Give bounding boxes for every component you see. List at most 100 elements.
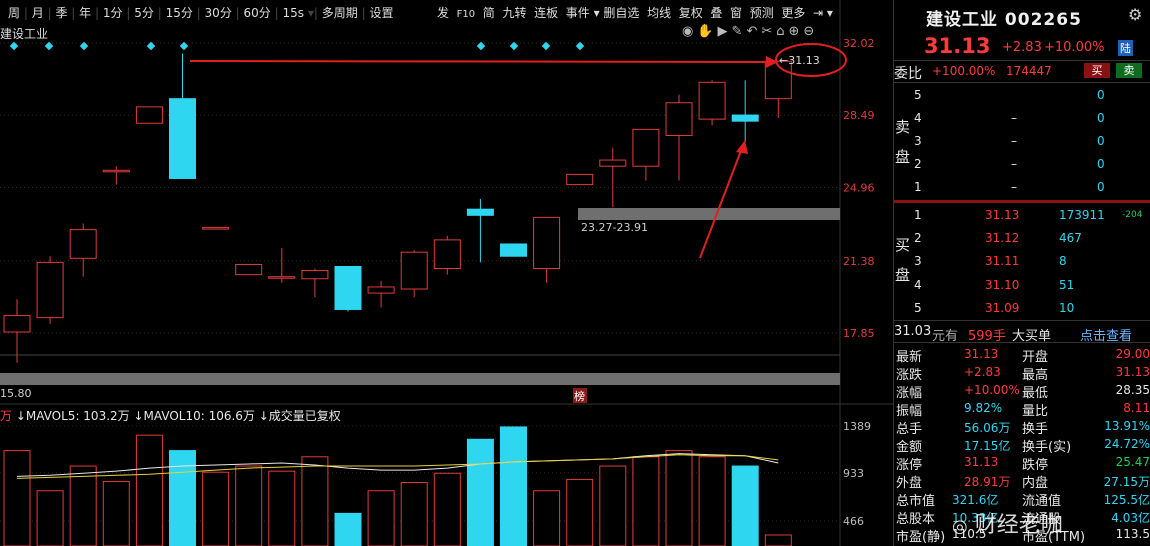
candle-body — [731, 114, 759, 122]
tool-jiuzhuan[interactable]: 九转 — [502, 6, 526, 20]
tool-f10[interactable]: F10 — [457, 9, 475, 20]
quote-value: +2.83 — [964, 365, 1001, 379]
legend-item: ↓MAVOL10: 106.6万 — [130, 409, 255, 423]
period-multi[interactable]: 多周期 — [322, 6, 358, 20]
scissors-icon[interactable]: ✂ — [761, 24, 776, 39]
period-15s[interactable]: 15s — [283, 6, 305, 20]
period-60min[interactable]: 60分 — [244, 6, 271, 20]
quote-label-right: 最低 — [1022, 386, 1049, 401]
undo-icon[interactable]: ↶ — [746, 24, 761, 39]
volume-tick-label: 466 — [843, 515, 864, 528]
tool-events[interactable]: 事件 — [566, 6, 590, 20]
sell-level: 4 — [914, 111, 922, 125]
tool-predict[interactable]: 预测 — [750, 6, 774, 20]
legend-item: 万 — [0, 409, 12, 423]
candle-body — [301, 270, 329, 280]
buy-button[interactable]: 买 — [1084, 63, 1110, 78]
quote-label: 最新 — [896, 350, 923, 365]
chart-scrollbar — [0, 373, 840, 385]
price-tick-label: 17.85 — [843, 327, 875, 340]
volume-bar — [764, 534, 792, 546]
buy-level: 3 — [914, 254, 922, 268]
buy-volume: 467 — [1059, 231, 1082, 245]
period-1min[interactable]: 1分 — [103, 6, 123, 20]
candle-body — [3, 315, 31, 333]
stock-code: 002265 — [1004, 10, 1082, 30]
gear-icon[interactable]: ⚙ — [1128, 5, 1142, 24]
candle-body — [135, 106, 163, 124]
candle-body — [599, 159, 627, 167]
quote-value-right: 24.72% — [1104, 437, 1150, 451]
hand-icon[interactable]: ✋ — [697, 24, 717, 39]
period-month[interactable]: 月 — [32, 6, 44, 20]
period-toolbar: 周 | 月 | 季 | 年 | 1分 | 5分 | 15分 | 30分 | 60… — [8, 6, 394, 20]
buy-level: 4 — [914, 278, 922, 292]
tool-overlay[interactable]: 叠 — [710, 6, 722, 20]
volume-bar — [566, 478, 594, 546]
zoom-in-icon[interactable]: ⊕ — [789, 24, 804, 39]
expand-icon[interactable]: ⇥ — [813, 6, 823, 20]
buy-volume-delta: -204 — [1122, 210, 1143, 220]
period-week[interactable]: 周 — [8, 6, 20, 20]
period-15min[interactable]: 15分 — [166, 6, 193, 20]
sell-level: 3 — [914, 134, 922, 148]
quote-label: 金额 — [896, 440, 923, 455]
legend-item: ↓MAVOL5: 103.2万 — [12, 409, 130, 423]
quote-label-right: 内盘 — [1022, 476, 1049, 491]
quote-label: 总手 — [896, 422, 923, 437]
tool-window[interactable]: 窗 — [730, 6, 742, 20]
candle-body — [632, 128, 660, 167]
event-marker — [476, 41, 486, 51]
price-change-pct: +10.00% — [1044, 40, 1105, 55]
buy-price: 31.12 — [985, 231, 1020, 245]
volume-legend: 万 ↓MAVOL5: 103.2万 ↓MAVOL10: 106.6万 ↓成交量已… — [0, 408, 341, 423]
chevron-down-icon[interactable]: ▾ — [827, 6, 833, 20]
volume-tick-label: 933 — [843, 467, 864, 480]
tool-restore-rights[interactable]: 复权 — [679, 6, 703, 20]
sell-volume: 0 — [1097, 134, 1105, 148]
play-icon[interactable]: ▶ — [718, 24, 732, 39]
zoom-out-icon[interactable]: ⊖ — [803, 24, 818, 39]
lock-icon[interactable]: ⌂ — [776, 24, 788, 39]
volume-bar — [169, 450, 196, 546]
sell-level: 5 — [914, 88, 922, 102]
price-tick-label: 21.38 — [843, 255, 875, 268]
period-year[interactable]: 年 — [79, 6, 91, 20]
eye-icon[interactable]: ◉ — [682, 24, 697, 39]
quote-value-right: 28.35 — [1115, 383, 1150, 397]
price-tick-label: 32.02 — [843, 37, 875, 50]
quote-panel: 建设工业 002265 ⚙ 31.13 +2.83 +10.00% 陆 委比 +… — [893, 0, 1150, 546]
tool-delete-watch[interactable]: 删自选 — [603, 6, 639, 20]
buy-volume: 10 — [1059, 301, 1075, 315]
tool-fa[interactable]: 发 — [437, 6, 449, 20]
candle-body — [665, 102, 693, 137]
period-30min[interactable]: 30分 — [205, 6, 232, 20]
tool-ma[interactable]: 均线 — [647, 6, 671, 20]
volume-bar — [235, 465, 263, 546]
volume-bar — [599, 465, 627, 546]
period-5min[interactable]: 5分 — [134, 6, 154, 20]
event-marker — [79, 41, 89, 51]
brush-icon[interactable]: ✎ — [732, 24, 747, 39]
weibi-label: 委比 — [894, 66, 922, 82]
quote-value: 31.13 — [964, 455, 999, 469]
price-level-arrow — [189, 60, 771, 63]
sell-button[interactable]: 卖 — [1116, 63, 1142, 78]
tool-jian[interactable]: 简 — [483, 6, 495, 20]
period-quarter[interactable]: 季 — [55, 6, 67, 20]
volume-bar — [102, 480, 130, 546]
legend-item: ↓成交量已复权 — [255, 408, 341, 423]
volume-bar — [698, 456, 726, 546]
tool-lianban[interactable]: 连板 — [534, 6, 558, 20]
volume-bar — [731, 465, 759, 546]
tool-more[interactable]: 更多 — [781, 6, 805, 20]
settings-button[interactable]: 设置 — [370, 6, 394, 20]
candle-body — [533, 216, 561, 270]
quote-label: 涨停 — [896, 458, 923, 473]
pointer-arrowhead — [736, 140, 748, 154]
stock-name: 建设工业 — [926, 10, 998, 30]
candle-body — [169, 98, 196, 179]
quote-value: 56.06万 — [964, 421, 1011, 435]
chart-grid: 32.02 28.49 24.96 21.38 17.85 1389 933 466 — [0, 0, 893, 546]
quote-label: 总市值 — [896, 494, 936, 509]
